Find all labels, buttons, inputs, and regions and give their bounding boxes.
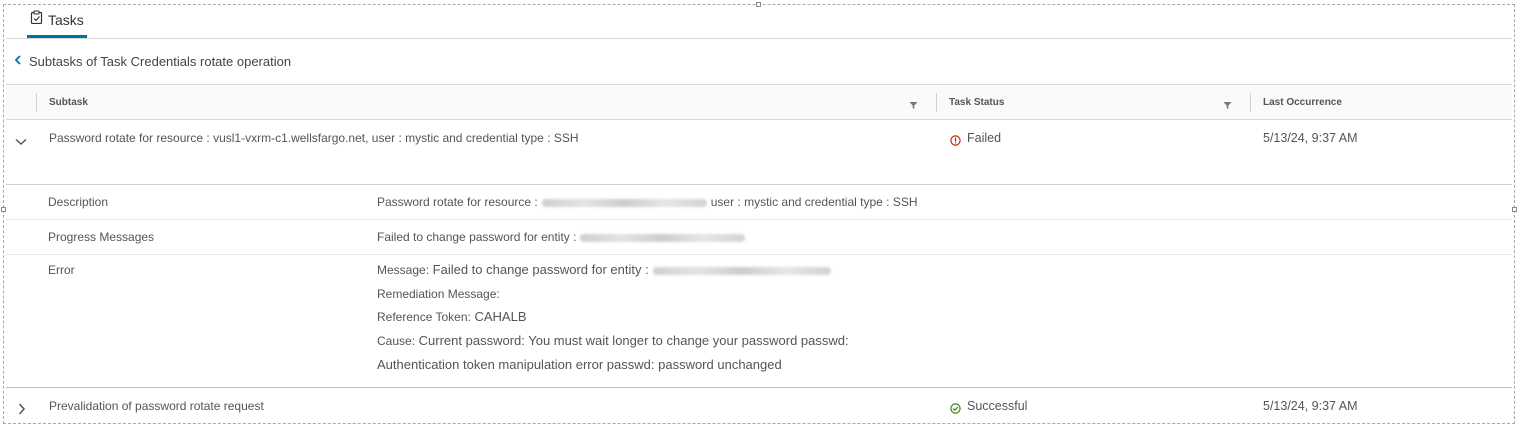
description-prefix: Password rotate for resource :: [377, 195, 538, 209]
redacted-text: [652, 266, 831, 275]
detail-row-progress: Progress Messages Failed to change passw…: [6, 219, 1512, 255]
reference-value: CAHALB: [474, 309, 527, 324]
cause-key: Cause:: [377, 334, 416, 348]
cause-line-continued: Authentication token manipulation error …: [377, 357, 782, 372]
last-occurrence: 5/13/24, 9:37 AM: [1263, 131, 1358, 145]
progress-label: Progress Messages: [48, 230, 155, 244]
cause-value: Current password: You must wait longer t…: [418, 333, 849, 348]
error-label: Error: [48, 263, 75, 277]
breadcrumb-label: Subtasks of Task Credentials rotate oper…: [29, 53, 292, 69]
tab-tasks[interactable]: Tasks: [27, 4, 87, 38]
column-separator[interactable]: [936, 93, 937, 112]
check-circle-icon: [950, 401, 961, 419]
remediation-line: Remediation Message:: [377, 286, 500, 301]
detail-row-description: Description Password rotate for resource…: [6, 184, 1512, 220]
column-header-last-occurrence[interactable]: Last Occurrence: [1263, 85, 1342, 120]
description-value: Password rotate for resource : user : mys…: [377, 195, 918, 209]
reference-key: Reference Token:: [377, 310, 471, 324]
filter-icon[interactable]: [909, 97, 918, 115]
filter-icon[interactable]: [1223, 97, 1232, 115]
table-row[interactable]: Prevalidation of password rotate request…: [6, 387, 1512, 418]
column-separator[interactable]: [36, 93, 37, 112]
message-key: Message:: [377, 263, 430, 277]
back-breadcrumb[interactable]: Subtasks of Task Credentials rotate oper…: [14, 52, 291, 70]
progress-prefix: Failed to change password for entity :: [377, 230, 577, 244]
chevron-down-icon[interactable]: [15, 133, 27, 151]
column-header-subtask[interactable]: Subtask: [49, 85, 88, 120]
progress-value: Failed to change password for entity :: [377, 230, 749, 244]
chevron-left-icon: [14, 52, 22, 70]
reference-line: Reference Token: CAHALB: [377, 309, 527, 324]
column-header-task-status[interactable]: Task Status: [949, 85, 1004, 120]
cause-line: Cause: Current password: You must wait l…: [377, 333, 849, 348]
chevron-right-icon[interactable]: [18, 402, 26, 420]
tab-bar: Tasks: [6, 4, 1512, 39]
table-row[interactable]: Password rotate for resource : vusl1-vxr…: [6, 120, 1512, 185]
description-suffix: user : mystic and credential type : SSH: [710, 195, 918, 209]
subtask-name: Password rotate for resource : vusl1-vxr…: [49, 131, 579, 145]
description-label: Description: [48, 195, 109, 209]
status-text: Failed: [967, 131, 1002, 145]
redacted-text: [580, 233, 746, 242]
column-separator[interactable]: [1250, 93, 1251, 112]
clipboard-icon: [30, 10, 43, 29]
message-value: Failed to change password for entity :: [432, 262, 649, 277]
tab-tasks-label: Tasks: [48, 11, 84, 28]
redacted-text: [541, 198, 707, 207]
error-message-line: Message: Failed to change password for e…: [377, 262, 835, 277]
cause-value-continued: Authentication token manipulation error …: [377, 357, 782, 372]
error-circle-icon: [950, 133, 961, 151]
remediation-key: Remediation Message:: [377, 287, 500, 301]
detail-row-error: Error Message: Failed to change password…: [6, 254, 1512, 387]
resize-handle-right[interactable]: [1512, 207, 1517, 212]
grid-header: Subtask Task Status Last Occurrence: [6, 84, 1512, 120]
